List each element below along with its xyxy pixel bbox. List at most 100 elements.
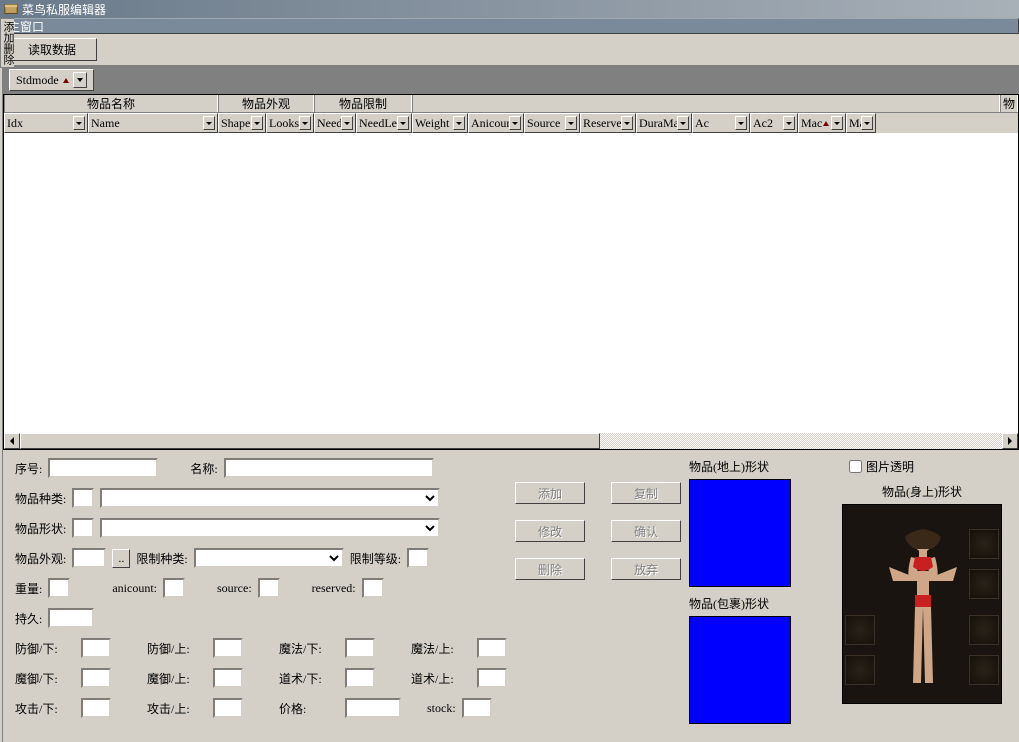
mdef-low-input[interactable] bbox=[81, 668, 111, 688]
column-header-row: IdxNameShapeLooksNeedNeedLevWeightAnicou… bbox=[4, 113, 1018, 133]
chevron-down-icon[interactable] bbox=[861, 116, 873, 130]
group-header-name: 物品名称 bbox=[4, 95, 218, 112]
chevron-down-icon[interactable] bbox=[783, 116, 795, 130]
item-look-browse[interactable]: .. bbox=[112, 549, 130, 568]
weight-input[interactable] bbox=[48, 578, 70, 598]
sort-asc-icon bbox=[63, 78, 69, 83]
equip-slot-weapon[interactable] bbox=[969, 569, 999, 599]
chevron-down-icon[interactable] bbox=[831, 116, 843, 130]
label-weight: 重量: bbox=[15, 580, 42, 597]
chevron-down-icon[interactable] bbox=[397, 116, 409, 130]
transparent-checkbox[interactable] bbox=[849, 460, 862, 473]
column-header-mac[interactable]: Mac bbox=[846, 113, 876, 133]
item-type-code[interactable] bbox=[72, 488, 94, 508]
label-tao-low: 道术/下: bbox=[279, 670, 339, 687]
item-look-spinner[interactable] bbox=[72, 548, 106, 568]
column-header-duramax[interactable]: DuraMax bbox=[636, 113, 692, 133]
column-header-ac[interactable]: Ac bbox=[692, 113, 750, 133]
reserved-input[interactable] bbox=[362, 578, 384, 598]
label-limit-level: 限制等级: bbox=[350, 550, 401, 567]
price-input[interactable] bbox=[345, 698, 401, 718]
modify-button[interactable]: 修改 bbox=[515, 520, 585, 542]
column-header-reserve[interactable]: Reserve bbox=[580, 113, 636, 133]
chevron-down-icon[interactable] bbox=[251, 116, 263, 130]
limit-level-input[interactable] bbox=[407, 548, 429, 568]
copy-button[interactable]: 复制 bbox=[611, 482, 681, 504]
magic-high-input[interactable] bbox=[477, 638, 507, 658]
tao-low-input[interactable] bbox=[345, 668, 375, 688]
durability-input[interactable] bbox=[48, 608, 94, 628]
source-input[interactable] bbox=[258, 578, 280, 598]
item-type-select[interactable] bbox=[100, 488, 440, 508]
column-header-weight[interactable]: Weight bbox=[412, 113, 468, 133]
column-header-mac[interactable]: Mac bbox=[798, 113, 846, 133]
label-mdef-low: 魔御/下: bbox=[15, 670, 75, 687]
chevron-down-icon[interactable] bbox=[203, 116, 215, 130]
chevron-down-icon[interactable] bbox=[299, 116, 311, 130]
label-item-shape: 物品形状: bbox=[15, 520, 66, 537]
sidebar-tab[interactable]: 添加删除 bbox=[0, 18, 3, 742]
horizontal-scrollbar[interactable] bbox=[4, 433, 1018, 449]
equip-slot-ring-left[interactable] bbox=[845, 615, 875, 645]
label-def-high: 防御/上: bbox=[147, 640, 207, 657]
label-item-look: 物品外观: bbox=[15, 550, 66, 567]
column-header-anicoun[interactable]: Anicoun bbox=[468, 113, 524, 133]
scroll-left-button[interactable] bbox=[4, 433, 20, 449]
label-def-low: 防御/下: bbox=[15, 640, 75, 657]
item-shape-select[interactable] bbox=[100, 518, 440, 538]
label-ground-preview: 物品(地上)形状 bbox=[689, 458, 829, 475]
chevron-down-icon[interactable] bbox=[73, 116, 85, 130]
scroll-thumb[interactable] bbox=[20, 433, 600, 449]
def-low-input[interactable] bbox=[81, 638, 111, 658]
abandon-button[interactable]: 放弃 bbox=[611, 558, 681, 580]
column-header-idx[interactable]: Idx bbox=[4, 113, 88, 133]
serial-input[interactable] bbox=[48, 458, 158, 478]
app-title: 菜鸟私服编辑器 bbox=[22, 1, 106, 18]
add-button[interactable]: 添加 bbox=[515, 482, 585, 504]
column-header-source[interactable]: Source bbox=[524, 113, 580, 133]
scroll-right-button[interactable] bbox=[1002, 433, 1018, 449]
column-header-needlev[interactable]: NeedLev bbox=[356, 113, 412, 133]
scroll-track[interactable] bbox=[20, 433, 1002, 449]
stock-input[interactable] bbox=[462, 698, 492, 718]
equip-slot-bracelet-right[interactable] bbox=[969, 655, 999, 685]
anicount-input[interactable] bbox=[163, 578, 185, 598]
equip-slot-necklace[interactable] bbox=[969, 529, 999, 559]
def-high-input[interactable] bbox=[213, 638, 243, 658]
read-data-button[interactable]: 读取数据 bbox=[7, 38, 97, 61]
atk-low-input[interactable] bbox=[81, 698, 111, 718]
column-header-name[interactable]: Name bbox=[88, 113, 218, 133]
stdmode-dropdown[interactable]: Stdmode bbox=[9, 69, 94, 91]
chevron-down-icon[interactable] bbox=[735, 116, 747, 130]
equipment-panel bbox=[842, 504, 1002, 704]
column-header-need[interactable]: Need bbox=[314, 113, 356, 133]
column-header-ac2[interactable]: Ac2 bbox=[750, 113, 798, 133]
magic-low-input[interactable] bbox=[345, 638, 375, 658]
chevron-down-icon[interactable] bbox=[453, 116, 465, 130]
column-header-shape[interactable]: Shape bbox=[218, 113, 266, 133]
equip-slot-bracelet-left[interactable] bbox=[845, 655, 875, 685]
group-header-other: 物 bbox=[1000, 95, 1018, 112]
name-input[interactable] bbox=[224, 458, 434, 478]
tao-high-input[interactable] bbox=[477, 668, 507, 688]
grid-body[interactable] bbox=[4, 133, 1018, 433]
chevron-down-icon[interactable] bbox=[341, 116, 353, 130]
chevron-down-icon[interactable] bbox=[677, 116, 689, 130]
item-shape-code[interactable] bbox=[72, 518, 94, 538]
delete-button[interactable]: 删除 bbox=[515, 558, 585, 580]
label-reserved: reserved: bbox=[312, 581, 356, 596]
chevron-down-icon[interactable] bbox=[565, 116, 577, 130]
label-atk-low: 攻击/下: bbox=[15, 700, 75, 717]
chevron-down-icon[interactable] bbox=[621, 116, 633, 130]
group-header-row: 物品名称 物品外观 物品限制 物 bbox=[4, 95, 1018, 113]
mdef-high-input[interactable] bbox=[213, 668, 243, 688]
limit-type-select[interactable] bbox=[194, 548, 344, 568]
label-serial: 序号: bbox=[15, 460, 42, 477]
confirm-button[interactable]: 确认 bbox=[611, 520, 681, 542]
chevron-down-icon[interactable] bbox=[509, 116, 521, 130]
label-transparent: 图片透明 bbox=[866, 458, 914, 475]
atk-high-input[interactable] bbox=[213, 698, 243, 718]
column-header-looks[interactable]: Looks bbox=[266, 113, 314, 133]
label-body-preview: 物品(身上)形状 bbox=[882, 483, 962, 500]
equip-slot-ring-right[interactable] bbox=[969, 615, 999, 645]
